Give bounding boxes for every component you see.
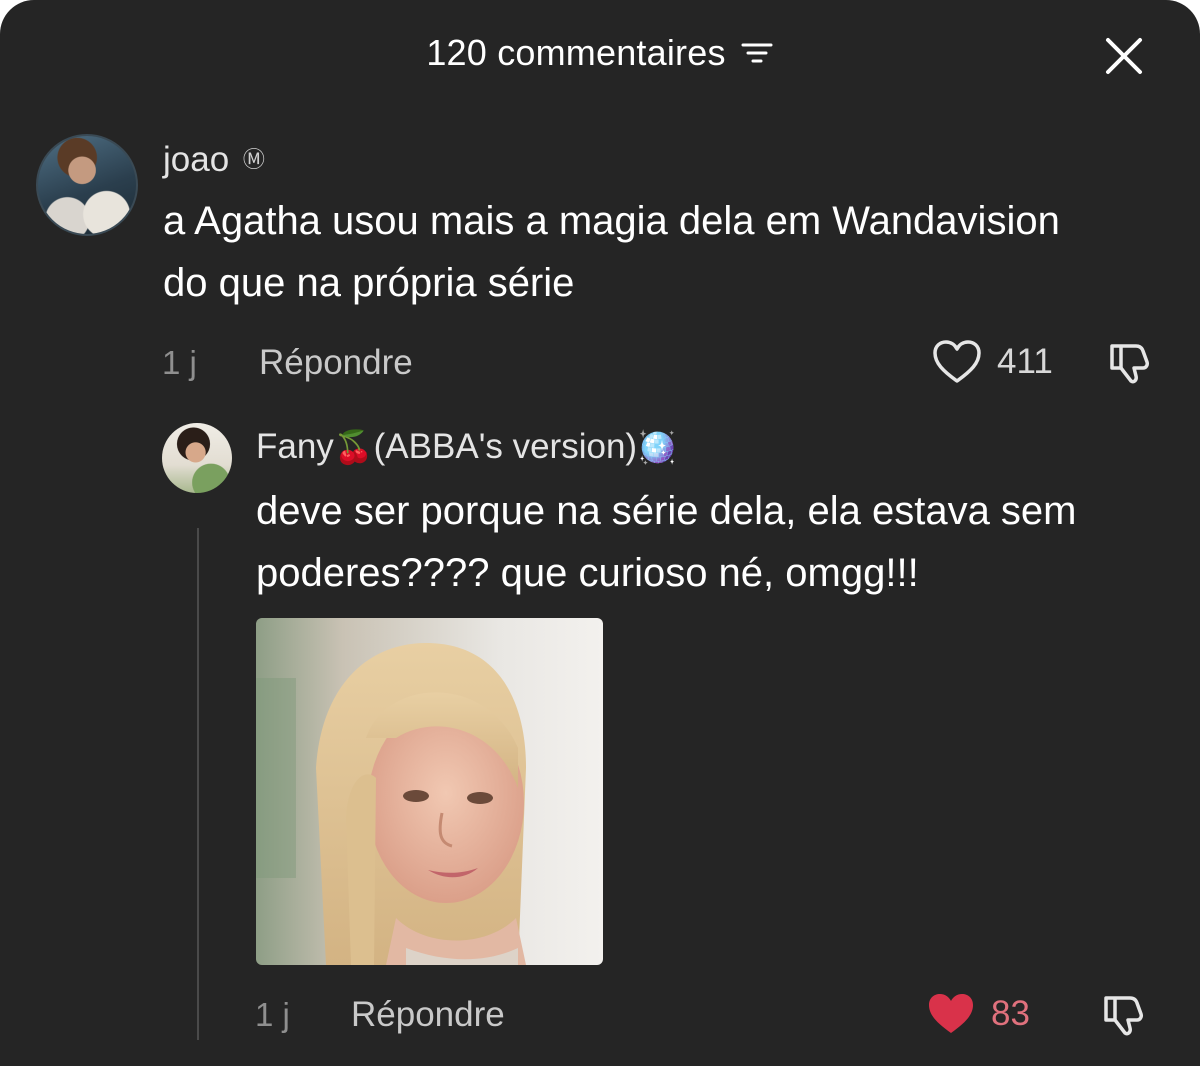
comments-count-title: 120 commentaires [426, 32, 726, 73]
reply-age: 1 j [255, 996, 290, 1033]
comment-text: a Agatha usou mais a magia dela em Wanda… [163, 199, 1060, 305]
comments-header: 120 commentaires [0, 24, 1200, 84]
thumbs-down-icon [1104, 996, 1143, 1036]
username-text: joao [163, 140, 230, 179]
reply-button[interactable]: Répondre [259, 343, 413, 383]
close-icon[interactable] [1102, 34, 1146, 78]
cherry-emoji-icon: 🍒 [333, 428, 374, 466]
reaction-photo [256, 618, 603, 965]
thread-line [197, 528, 199, 1040]
like-count: 411 [997, 342, 1053, 381]
dislike-button[interactable] [1106, 338, 1154, 386]
header-title-group[interactable]: 120 commentaires [0, 32, 1200, 74]
thumbs-down-icon [1110, 344, 1149, 384]
heart-outline-icon [933, 340, 981, 383]
avatar-joao[interactable] [36, 134, 138, 236]
reply-button[interactable]: Répondre [351, 995, 505, 1035]
like-count: 83 [991, 994, 1030, 1033]
reply-reaction-image[interactable] [256, 618, 603, 965]
user-badge-icon: Ⓜ [242, 147, 265, 172]
disco-ball-emoji-icon: 🪩 [637, 428, 677, 466]
comments-sheet: 120 commentaires joao Ⓜ a Agatha usou ma… [0, 0, 1200, 1066]
username-text: Fany [256, 427, 334, 466]
avatar-fany[interactable] [162, 423, 232, 493]
reply-text: deve ser porque na série dela, ela estav… [256, 489, 1077, 595]
comment-username[interactable]: joao Ⓜ [163, 140, 265, 180]
filter-lines-icon[interactable] [740, 39, 774, 67]
username-suffix: (ABBA's version) [373, 427, 638, 466]
reply-username[interactable]: Fany🍒(ABBA's version)🪩 [256, 427, 677, 467]
like-button[interactable]: 83 [925, 990, 1030, 1038]
like-button[interactable]: 411 [931, 338, 1053, 386]
dislike-button[interactable] [1100, 990, 1148, 1038]
close-button[interactable] [1102, 34, 1146, 78]
heart-filled-icon [929, 994, 973, 1033]
comment-age: 1 j [162, 344, 197, 381]
